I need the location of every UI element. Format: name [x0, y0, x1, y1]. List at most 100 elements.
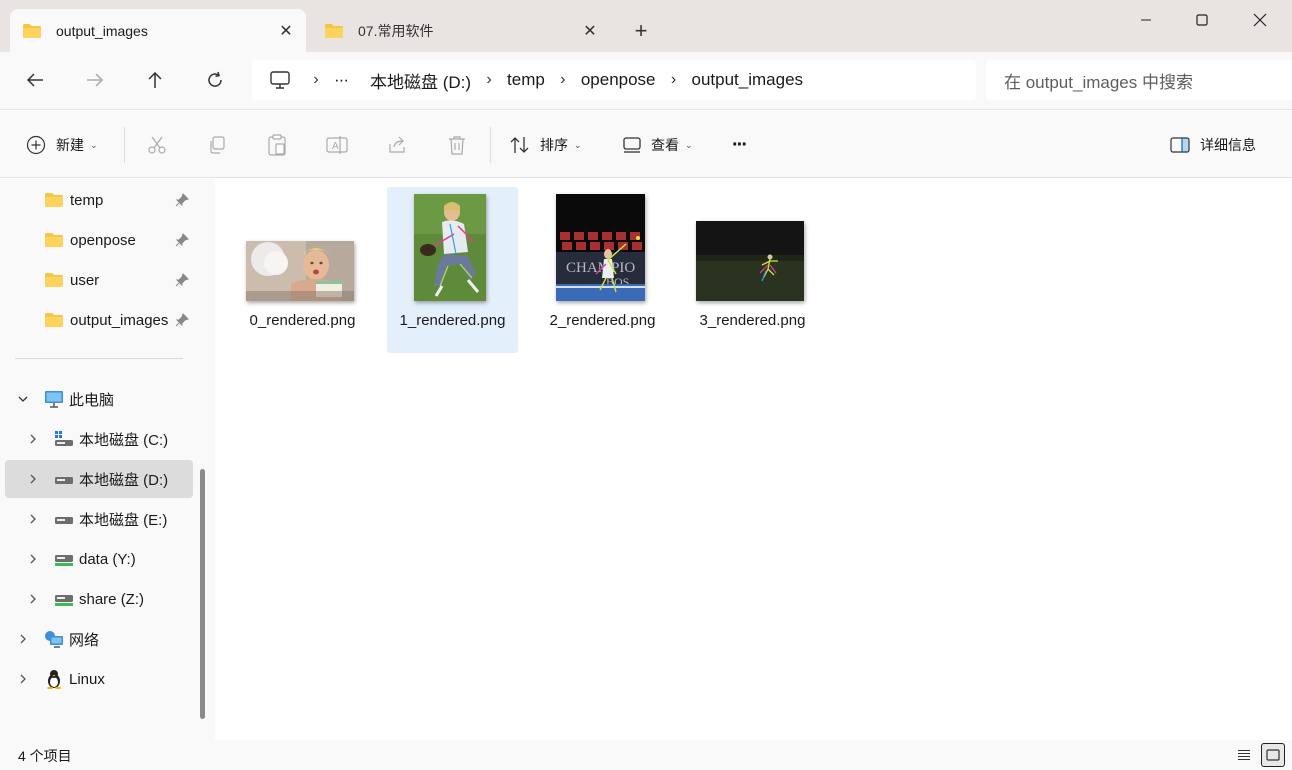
svg-text:A: A: [332, 141, 339, 152]
tab-output-images[interactable]: output_images ✕: [10, 9, 306, 52]
breadcrumb-drive-d[interactable]: 本地磁盘 (D:): [370, 68, 471, 93]
more-options-button[interactable]: ···: [732, 129, 748, 161]
drive-icon: [55, 477, 73, 484]
sidebar-item-linux[interactable]: Linux: [0, 660, 193, 698]
forward-button[interactable]: [77, 64, 113, 96]
rename-icon: A: [326, 136, 348, 154]
sidebar-item-label: openpose: [70, 231, 136, 249]
minimize-button[interactable]: [1118, 4, 1174, 36]
paste-button[interactable]: [263, 131, 291, 159]
sort-icon: [510, 137, 529, 153]
details-pane-button[interactable]: 详细信息: [1170, 129, 1256, 161]
cut-button[interactable]: [143, 131, 171, 159]
delete-button[interactable]: [443, 131, 471, 159]
sidebar-item-user[interactable]: user: [0, 261, 193, 299]
chevron-right-icon: [30, 514, 36, 524]
thumbnail-view-button[interactable]: [1261, 743, 1285, 767]
close-tab-icon[interactable]: ✕: [576, 17, 604, 45]
sidebar-item-label: output_images: [70, 311, 169, 329]
file-item[interactable]: 1_rendered.png: [387, 187, 518, 353]
rename-button[interactable]: A: [323, 131, 351, 159]
breadcrumb-temp[interactable]: temp: [507, 70, 545, 90]
details-label: 详细信息: [1200, 137, 1256, 153]
copy-button[interactable]: [203, 131, 231, 159]
chevron-right-icon: ›: [313, 71, 319, 88]
close-window-button[interactable]: [1232, 4, 1288, 36]
sidebar-item-data-y[interactable]: data (Y:): [0, 540, 193, 578]
details-pane-icon: [1170, 137, 1190, 153]
file-item[interactable]: 0_rendered.png: [237, 187, 368, 353]
breadcrumb-output-images[interactable]: output_images: [692, 70, 804, 90]
windows-drive-icon: [55, 431, 73, 446]
sidebar-item-this-pc[interactable]: 此电脑: [0, 380, 193, 418]
up-button[interactable]: [137, 64, 173, 96]
close-tab-icon[interactable]: ✕: [272, 17, 300, 45]
sidebar-item-drive-d[interactable]: 本地磁盘 (D:): [5, 460, 193, 498]
view-icon: [623, 137, 641, 153]
view-button[interactable]: 查看 ⌄: [623, 129, 693, 161]
file-name: 0_rendered.png: [249, 312, 356, 329]
file-item[interactable]: 3_rendered.png: [687, 187, 818, 353]
pin-icon: [175, 233, 189, 247]
folder-icon: [45, 233, 63, 247]
address-bar[interactable]: › ··· 本地磁盘 (D:) › temp › openpose › outp…: [252, 60, 976, 100]
sort-button[interactable]: 排序 ⌄: [510, 129, 582, 161]
pin-icon: [175, 313, 189, 327]
title-bar: output_images ✕ 07.常用软件 ✕ +: [0, 0, 1292, 52]
folder-icon: [45, 273, 63, 287]
sidebar-item-temp[interactable]: temp: [0, 181, 193, 219]
share-button[interactable]: [383, 131, 411, 159]
new-tab-button[interactable]: +: [626, 18, 656, 46]
sidebar-item-share-z[interactable]: share (Z:): [0, 580, 193, 618]
search-input[interactable]: 在 output_images 中搜索: [986, 60, 1292, 100]
sort-label: 排序: [540, 137, 568, 153]
divider: [490, 127, 491, 163]
folder-icon: [23, 23, 41, 38]
chevron-down-icon: [18, 396, 28, 402]
sidebar-item-label: 此电脑: [69, 391, 115, 409]
sidebar-item-output-images[interactable]: output_images: [0, 301, 193, 339]
refresh-button[interactable]: [197, 64, 233, 96]
sidebar-item-label: temp: [70, 191, 104, 209]
navigation-pane: temp openpose user output_images 此电脑 本地磁…: [0, 179, 215, 740]
new-button[interactable]: 新建 ⌄: [26, 129, 98, 161]
view-label: 查看: [651, 137, 679, 153]
birthday-photo-thumbnail: [246, 241, 354, 301]
baseball-photo-thumbnail: [414, 194, 486, 301]
more-icon: ···: [732, 133, 748, 156]
breadcrumb-more[interactable]: ···: [334, 70, 349, 90]
share-icon: [389, 136, 405, 153]
folder-icon: [45, 313, 63, 327]
status-bar: 4 个项目: [0, 740, 1292, 770]
drive-icon: [55, 517, 73, 524]
minimize-icon: [1141, 19, 1151, 21]
sidebar-item-label: 网络: [69, 631, 100, 649]
tab-common-software[interactable]: 07.常用软件 ✕: [312, 9, 610, 52]
breadcrumb-openpose[interactable]: openpose: [581, 70, 656, 90]
network-drive-icon: [55, 595, 73, 606]
sidebar-item-label: Linux: [69, 670, 105, 688]
details-view-button[interactable]: [1232, 743, 1256, 767]
divider: [15, 358, 183, 359]
tux-penguin-icon: [47, 670, 61, 689]
maximize-button[interactable]: [1174, 4, 1230, 36]
sidebar-item-openpose[interactable]: openpose: [0, 221, 193, 259]
sidebar-item-label: share (Z:): [79, 590, 145, 608]
sidebar-item-network[interactable]: 网络: [0, 620, 193, 658]
back-button[interactable]: [17, 64, 53, 96]
file-thumbnail: CHAMPIO BOS: [556, 194, 645, 301]
sidebar-scrollbar[interactable]: [200, 469, 205, 719]
file-name: 1_rendered.png: [399, 312, 506, 329]
navigation-bar: › ··· 本地磁盘 (D:) › temp › openpose › outp…: [0, 52, 1292, 110]
network-icon: [45, 631, 63, 648]
arrow-left-icon: [26, 73, 43, 87]
sidebar-item-drive-c[interactable]: 本地磁盘 (C:): [0, 420, 193, 458]
copy-icon: [210, 136, 225, 154]
file-list: 0_rendered.png 1_rendered.png CHAMPIO BO…: [215, 179, 1292, 740]
sidebar-item-drive-e[interactable]: 本地磁盘 (E:): [0, 500, 193, 538]
command-bar: 新建 ⌄ A 排序 ⌄ 查看 ⌄ ··· 详细信息: [0, 111, 1292, 178]
refresh-icon: [208, 71, 222, 87]
search-placeholder: 在 output_images 中搜索: [1004, 72, 1193, 92]
folder-icon: [45, 193, 63, 207]
file-item[interactable]: CHAMPIO BOS 2_rendered.png: [537, 187, 668, 353]
